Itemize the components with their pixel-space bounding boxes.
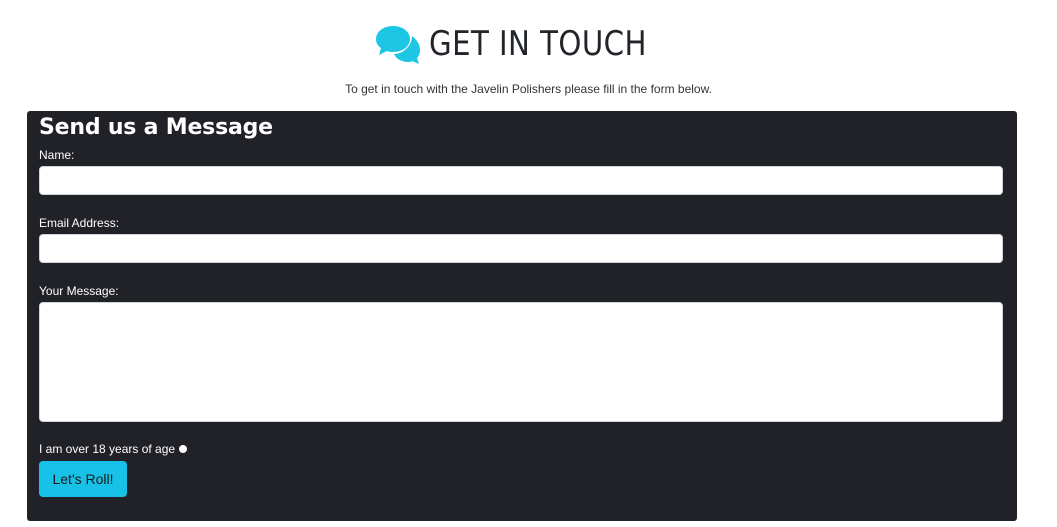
age-confirmation: I am over 18 years of age [39,442,188,456]
age-confirmation-label: I am over 18 years of age [39,442,176,456]
name-label: Name: [39,148,75,162]
age-confirmation-radio[interactable] [179,445,188,453]
email-label: Email Address: [39,216,120,230]
form-heading: Send us a Message [39,115,273,140]
message-label: Your Message: [39,284,119,298]
contact-form: Send us a Message Name: Email Address: Y… [27,111,1017,521]
page-title: GET IN TOUCH [428,24,647,64]
page-header: GET IN TOUCH [0,20,1057,68]
message-textarea[interactable] [39,302,1003,422]
email-input[interactable] [39,234,1003,263]
name-input[interactable] [39,166,1003,195]
chat-bubbles-icon [375,24,421,64]
submit-button[interactable]: Let's Roll! [39,461,127,497]
page-subtitle: To get in touch with the Javelin Polishe… [345,82,712,96]
